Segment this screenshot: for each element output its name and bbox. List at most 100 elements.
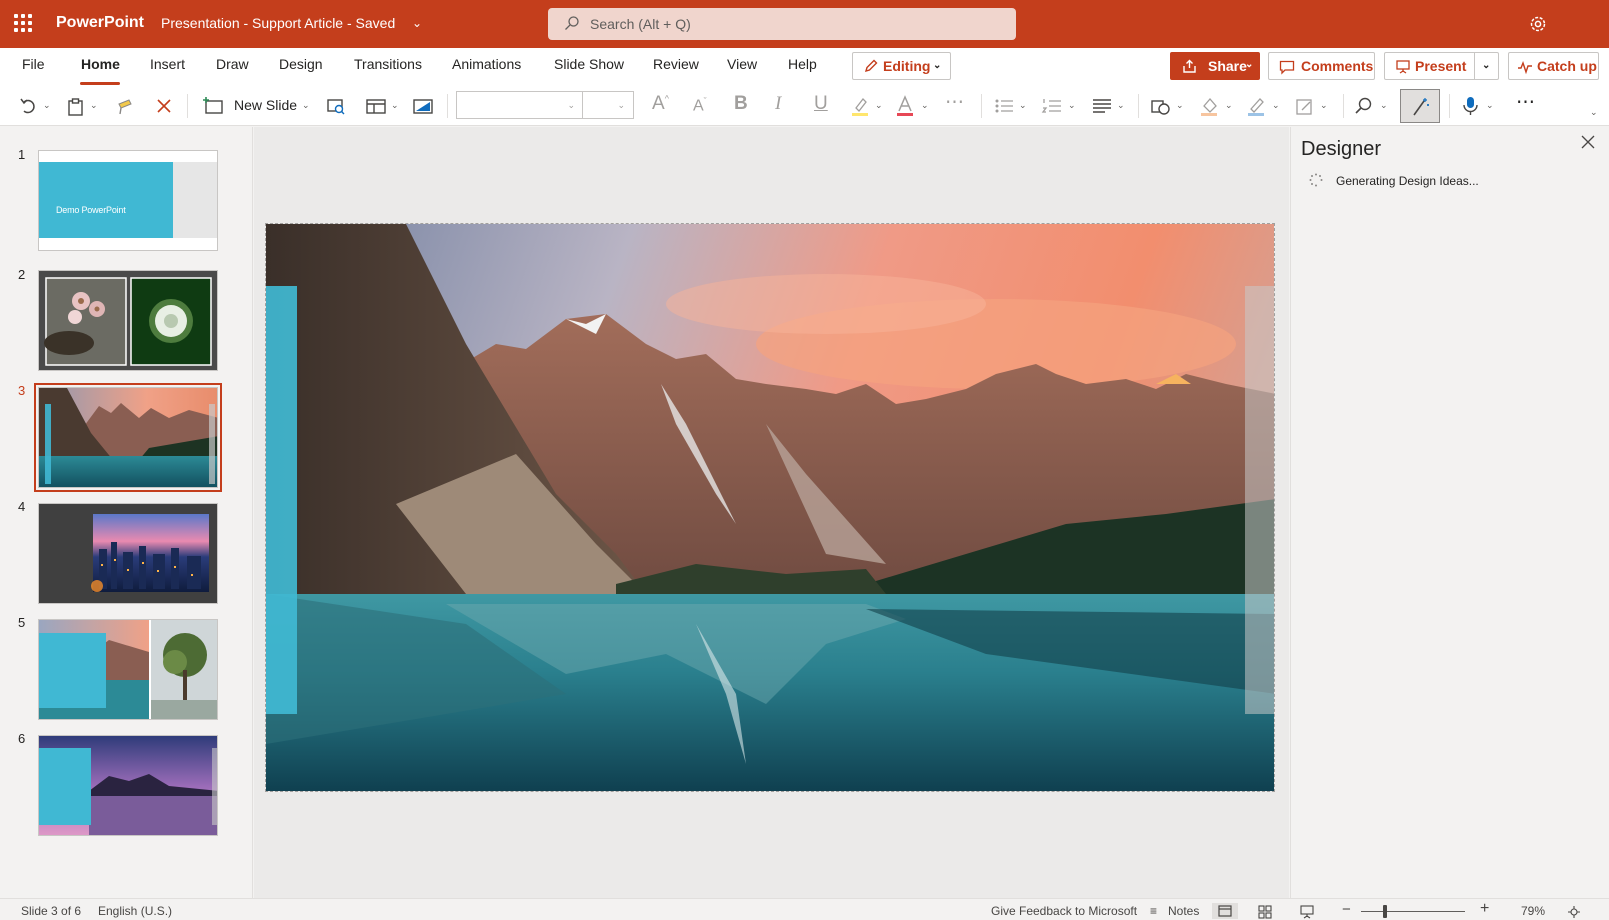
- current-slide[interactable]: [265, 223, 1275, 792]
- bold-icon[interactable]: B: [734, 93, 748, 115]
- zoom-out-button[interactable]: −: [1342, 901, 1351, 918]
- shape-fill-chevron-icon[interactable]: ⌄: [1225, 100, 1233, 111]
- activity-icon: [1518, 60, 1532, 75]
- more-font-icon[interactable]: ⋯: [945, 91, 964, 114]
- font-grow-icon[interactable]: A^: [652, 93, 669, 115]
- slide-thumbnail-2[interactable]: [38, 270, 218, 371]
- reading-view-icon[interactable]: [1300, 905, 1314, 919]
- new-slide-chevron-icon[interactable]: ⌄: [302, 100, 310, 111]
- shapes-chevron-icon[interactable]: ⌄: [1176, 100, 1184, 111]
- tab-file[interactable]: File: [22, 56, 45, 72]
- notes-icon[interactable]: ≡: [1150, 904, 1157, 918]
- numbering-chevron-icon[interactable]: ⌄: [1068, 100, 1076, 111]
- tab-slide-show[interactable]: Slide Show: [554, 56, 624, 72]
- search-box[interactable]: [548, 8, 1016, 40]
- dictate-chevron-icon[interactable]: ⌄: [1486, 100, 1494, 111]
- tab-insert[interactable]: Insert: [150, 56, 185, 72]
- font-color-chevron-icon[interactable]: ⌄: [921, 100, 929, 111]
- shape-effects-icon[interactable]: [1294, 94, 1316, 118]
- undo-chevron-icon[interactable]: ⌄: [43, 100, 51, 111]
- format-painter-icon[interactable]: [115, 94, 135, 118]
- reuse-slides-icon[interactable]: [325, 94, 347, 118]
- align-icon[interactable]: [1091, 94, 1113, 118]
- notes-button[interactable]: Notes: [1168, 904, 1199, 918]
- app-launcher-icon[interactable]: [14, 14, 32, 32]
- language-indicator[interactable]: English (U.S.): [98, 904, 172, 918]
- font-name-dropdown[interactable]: ⌄: [456, 91, 584, 119]
- search-input[interactable]: [590, 8, 990, 40]
- settings-gear-icon[interactable]: [1528, 14, 1548, 34]
- shapes-icon[interactable]: [1150, 94, 1172, 118]
- thumbnail-number: 2: [18, 267, 26, 282]
- tab-view[interactable]: View: [727, 56, 757, 72]
- new-slide-label[interactable]: New Slide: [234, 97, 297, 113]
- shape-outline-icon[interactable]: [1246, 94, 1268, 118]
- delete-icon[interactable]: [154, 94, 174, 118]
- background-icon[interactable]: [412, 94, 434, 118]
- tab-design[interactable]: Design: [279, 56, 323, 72]
- collapse-ribbon-icon[interactable]: ⌄: [1590, 107, 1598, 118]
- tab-review[interactable]: Review: [653, 56, 699, 72]
- slide-sorter-icon[interactable]: [1258, 905, 1272, 919]
- highlight-icon[interactable]: [850, 94, 872, 118]
- tab-draw[interactable]: Draw: [216, 56, 249, 72]
- app-name[interactable]: PowerPoint: [56, 14, 144, 32]
- tab-help[interactable]: Help: [788, 56, 817, 72]
- clipboard-icon[interactable]: [66, 94, 86, 118]
- feedback-link[interactable]: Give Feedback to Microsoft: [991, 904, 1137, 918]
- numbering-icon[interactable]: [1041, 94, 1063, 118]
- slide-thumbnail-6[interactable]: [38, 735, 218, 836]
- italic-icon[interactable]: I: [775, 93, 781, 115]
- designer-icon: [1413, 98, 1429, 116]
- mountain-lake-image[interactable]: [266, 224, 1275, 792]
- align-chevron-icon[interactable]: ⌄: [1117, 100, 1125, 111]
- designer-pane: [1290, 127, 1609, 898]
- find-chevron-icon[interactable]: ⌄: [1380, 100, 1388, 111]
- bullets-icon[interactable]: [993, 94, 1015, 118]
- editing-label: Editing: [883, 58, 931, 74]
- font-color-icon[interactable]: [895, 94, 917, 118]
- more-options-icon[interactable]: ⋯: [1516, 91, 1535, 114]
- slide-thumbnail-1[interactable]: Demo PowerPoint: [38, 150, 218, 251]
- designer-button[interactable]: [1400, 89, 1440, 123]
- chevron-down-icon[interactable]: ⌄: [1482, 60, 1490, 71]
- fit-to-window-icon[interactable]: [1567, 905, 1581, 919]
- document-title[interactable]: Presentation - Support Article - Saved: [161, 15, 395, 31]
- share-button[interactable]: Share ⌄: [1170, 52, 1260, 80]
- zoom-level[interactable]: 79%: [1521, 904, 1545, 918]
- zoom-in-button[interactable]: +: [1480, 900, 1489, 918]
- shape-outline-chevron-icon[interactable]: ⌄: [1272, 100, 1280, 111]
- slide-thumbnail-5[interactable]: [38, 619, 218, 720]
- tab-animations[interactable]: Animations: [452, 56, 521, 72]
- chevron-down-icon: ⌄: [933, 60, 942, 71]
- highlight-chevron-icon[interactable]: ⌄: [875, 100, 883, 111]
- tab-transitions[interactable]: Transitions: [354, 56, 422, 72]
- present-button[interactable]: Present ⌄: [1384, 52, 1499, 80]
- slide-thumbnail-4[interactable]: [38, 503, 218, 604]
- underline-icon[interactable]: U: [814, 93, 828, 115]
- new-slide-icon[interactable]: [203, 94, 225, 118]
- normal-view-button[interactable]: [1212, 903, 1238, 919]
- layout-chevron-icon[interactable]: ⌄: [391, 100, 399, 111]
- flowers-image: [44, 277, 212, 366]
- close-icon[interactable]: [1580, 134, 1596, 150]
- font-size-dropdown[interactable]: ⌄: [582, 91, 634, 119]
- find-icon[interactable]: [1353, 94, 1375, 118]
- bullets-chevron-icon[interactable]: ⌄: [1019, 100, 1027, 111]
- zoom-slider[interactable]: [1361, 911, 1465, 912]
- dictate-icon[interactable]: [1460, 94, 1482, 118]
- editing-mode-button[interactable]: Editing ⌄: [852, 52, 951, 80]
- slide-thumbnail-3[interactable]: [34, 383, 222, 492]
- catch-up-button[interactable]: Catch up: [1508, 52, 1599, 80]
- layout-icon[interactable]: [365, 94, 387, 118]
- comments-button[interactable]: Comments: [1268, 52, 1375, 80]
- tab-home[interactable]: Home: [81, 56, 120, 72]
- thumbnail-number: 5: [18, 615, 26, 630]
- shape-effects-chevron-icon[interactable]: ⌄: [1320, 100, 1328, 111]
- zoom-slider-thumb[interactable]: [1383, 905, 1387, 918]
- undo-icon[interactable]: [18, 94, 40, 118]
- shape-fill-icon[interactable]: [1199, 94, 1221, 118]
- paste-chevron-icon[interactable]: ⌄: [90, 100, 98, 111]
- chevron-down-icon[interactable]: ⌄: [412, 16, 422, 30]
- font-shrink-icon[interactable]: Aˇ: [693, 96, 707, 115]
